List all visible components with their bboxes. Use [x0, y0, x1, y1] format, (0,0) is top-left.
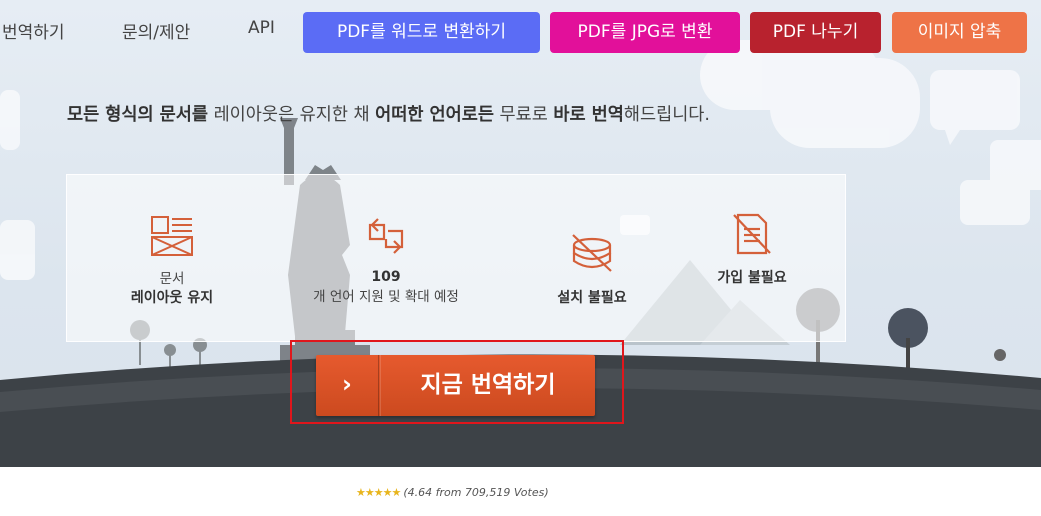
tagline-bold-3: 어떠한 언어로든: [375, 105, 494, 125]
feature-no-signup-label: 가입 불필요: [717, 270, 787, 286]
feature-no-signup: 가입 불필요: [697, 211, 807, 287]
star-rating-icon[interactable]: ★★★★★: [356, 486, 401, 499]
translate-arrows-icon: [368, 218, 404, 254]
tagline-bold-5: 바로 번역: [553, 105, 624, 125]
feature-layout-line2: 레이아웃 유지: [130, 290, 214, 306]
chevron-right-icon: ›: [316, 355, 379, 416]
document-layout-icon: [151, 216, 193, 256]
nav-link-api[interactable]: API: [248, 18, 275, 38]
no-install-disk-icon: [572, 234, 612, 272]
top-navigation: 번역하기 문의/제안 API PDF를 워드로 변환하기 PDF를 JPG로 변…: [0, 0, 1041, 66]
image-compress-button[interactable]: 이미지 압축: [892, 12, 1027, 53]
footer-bar: ★★★★★ (4.64 from 709,519 Votes): [0, 467, 1041, 516]
nav-link-translate[interactable]: 번역하기: [2, 18, 65, 43]
translate-now-label: 지금 번역하기: [380, 355, 595, 416]
pdf-split-button[interactable]: PDF 나누기: [750, 12, 881, 53]
feature-layout: 문서 레이아웃 유지: [127, 215, 217, 307]
feature-no-install-label: 설치 불필요: [557, 290, 627, 306]
feature-no-install: 설치 불필요: [537, 231, 647, 307]
rating: ★★★★★ (4.64 from 709,519 Votes): [356, 486, 549, 499]
tagline-text-4: 무료로: [493, 105, 554, 125]
rating-text: (4.64 from 709,519 Votes): [403, 486, 549, 499]
nav-link-contact[interactable]: 문의/제안: [122, 18, 190, 43]
pdf-to-jpg-button[interactable]: PDF를 JPG로 변환: [550, 12, 740, 53]
feature-languages-text: 개 언어 지원 및 확대 예정: [313, 289, 459, 305]
tagline-bold-1: 모든 형식의 문서를: [67, 105, 208, 125]
tagline: 모든 형식의 문서를 레이아웃은 유지한 채 어떠한 언어로든 무료로 바로 번…: [67, 101, 710, 126]
pdf-to-word-button[interactable]: PDF를 워드로 변환하기: [303, 12, 540, 53]
translate-now-button[interactable]: › 지금 번역하기: [316, 355, 595, 416]
tagline-text-2: 레이아웃은 유지한 채: [208, 105, 376, 125]
no-signup-document-icon: [733, 213, 771, 255]
feature-languages: 109 개 언어 지원 및 확대 예정: [291, 215, 481, 305]
features-panel: 문서 레이아웃 유지 109 개 언어 지원 및 확대 예정 설치 불필요 가입…: [66, 174, 846, 342]
feature-layout-line1: 문서: [159, 271, 185, 287]
feature-languages-count: 109: [371, 269, 401, 285]
tagline-text-6: 해드립니다.: [623, 105, 710, 125]
